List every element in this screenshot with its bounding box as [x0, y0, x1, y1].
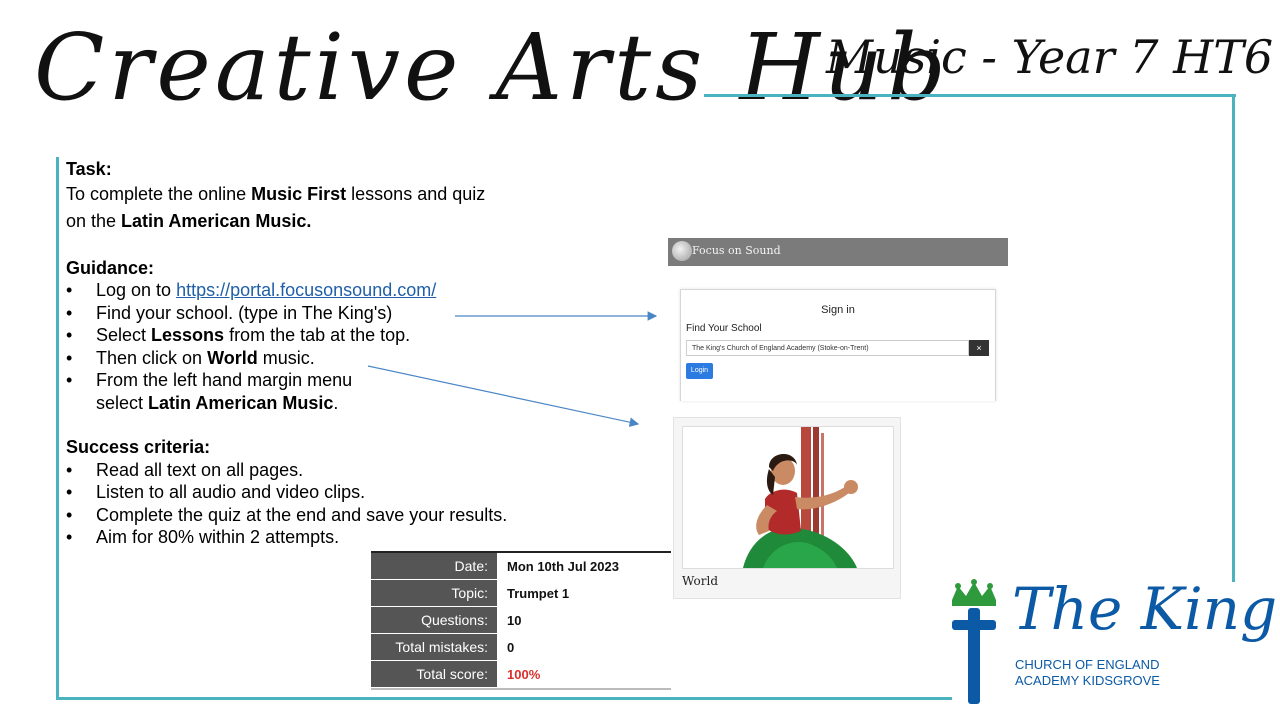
results-label: Questions:: [371, 607, 497, 634]
results-label: Total score:: [371, 661, 497, 688]
kings-school-subtitle: CHURCH OF ENGLAND ACADEMY KIDSGROVE: [1015, 657, 1160, 688]
results-value: 0: [507, 640, 515, 655]
world-music-card[interactable]: World: [673, 417, 901, 599]
arrow-to-world: [367, 365, 640, 427]
school-search-input[interactable]: The King's Church of England Academy (St…: [686, 340, 969, 356]
world-music-photo: [682, 426, 894, 569]
results-row: Topic: Trumpet 1: [371, 580, 671, 607]
results-value: 10: [507, 613, 522, 628]
results-label: Topic:: [371, 580, 497, 607]
login-button[interactable]: Login: [686, 363, 713, 379]
focus-on-sound-header: Focus on Sound: [668, 238, 1008, 266]
results-label: Date:: [371, 553, 497, 580]
kings-school-name: The King's: [1012, 575, 1280, 643]
signin-title: Sign in: [821, 304, 855, 316]
clear-input-button[interactable]: ×: [969, 340, 989, 356]
results-label: Total mistakes:: [371, 634, 497, 661]
focus-on-sound-logo-icon: [672, 241, 692, 261]
world-label: World: [682, 574, 718, 588]
find-school-label: Find Your School: [686, 323, 762, 334]
results-row: Date: Mon 10th Jul 2023: [371, 553, 671, 580]
results-value: Trumpet 1: [507, 586, 570, 601]
results-score-value: 100%: [507, 667, 541, 682]
results-row: Questions: 10: [371, 607, 671, 634]
signin-card: Sign in Find Your School The King's Chur…: [680, 289, 996, 401]
results-row: Total mistakes: 0: [371, 634, 671, 661]
results-row: Total score: 100%: [371, 661, 671, 688]
results-value: Mon 10th Jul 2023: [507, 559, 619, 574]
focus-on-sound-logo-text: Focus on Sound: [692, 244, 781, 257]
quiz-results-table: Date: Mon 10th Jul 2023 Topic: Trumpet 1…: [371, 551, 671, 690]
